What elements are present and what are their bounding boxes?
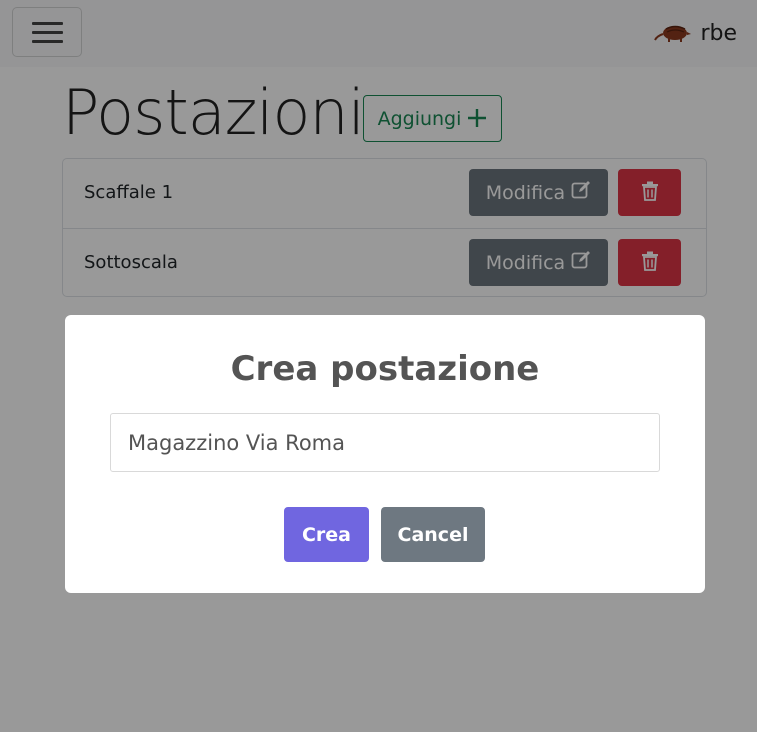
create-button[interactable]: Crea: [284, 507, 369, 562]
dialog-title: Crea postazione: [230, 349, 540, 389]
cancel-button[interactable]: Cancel: [381, 507, 485, 562]
location-name-input[interactable]: [110, 413, 660, 472]
create-location-dialog: Crea postazione Crea Cancel: [65, 315, 705, 593]
